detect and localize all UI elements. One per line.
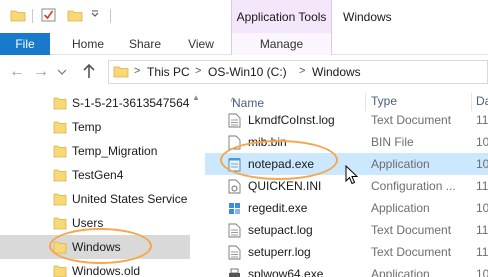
nav-item-testgen4[interactable]: TestGen4 (0, 163, 190, 187)
file-row[interactable]: setupact.log Text Document 11 (205, 219, 488, 241)
file-type: Text Document (371, 245, 452, 259)
file-type: Application (371, 157, 430, 171)
tab-share[interactable]: Share (120, 33, 170, 55)
file-type: Text Document (371, 223, 452, 237)
tab-view[interactable]: View (177, 33, 225, 55)
file-name: LkmdfCoInst.log (248, 113, 335, 127)
nav-item-label: United States Service C (72, 192, 190, 206)
nav-item-temp-migration[interactable]: Temp_Migration (0, 139, 190, 163)
folder-icon (53, 97, 67, 110)
folder-icon (53, 265, 67, 277)
properties-checkmark-icon[interactable] (41, 8, 57, 22)
file-date: 10 (476, 267, 488, 277)
folder-icon (113, 66, 129, 78)
file-type: BIN File (371, 135, 414, 149)
customize-toolbar-chevron-icon[interactable] (90, 8, 100, 22)
file-row[interactable]: regedit.exe Application 10 (205, 197, 488, 219)
highlight-ellipse-notepad (220, 140, 338, 180)
contextual-tab-group-label: Application Tools (236, 10, 327, 24)
pane-splitter[interactable] (190, 89, 198, 277)
column-header-date[interactable]: Da (476, 94, 488, 108)
file-type: Application (371, 201, 430, 215)
folder-icon (53, 145, 67, 158)
recent-locations-chevron-icon[interactable] (57, 68, 67, 76)
window-title: Windows (343, 10, 392, 24)
file-date: 11 (476, 113, 488, 127)
contextual-tab-group-application-tools: Application Tools (231, 0, 332, 33)
forward-arrow-icon[interactable]: → (33, 64, 49, 80)
nav-item-temp[interactable]: Temp (0, 115, 190, 139)
regedit-app-icon (229, 203, 240, 214)
breadcrumb-this-pc[interactable]: This PC (147, 65, 190, 79)
file-name: splwow64.exe (248, 267, 324, 277)
nav-item-label: TestGen4 (72, 168, 124, 182)
breadcrumb-windows[interactable]: Windows (312, 65, 361, 79)
text-file-icon (228, 223, 241, 238)
ribbon-tab-bar: File Home Share View Manage (0, 33, 488, 55)
file-row[interactable]: setuperr.log Text Document 11 (205, 241, 488, 263)
toolbar-separator (32, 9, 33, 23)
column-header-type[interactable]: Type (371, 94, 397, 108)
highlight-ellipse-windows-folder (49, 228, 152, 264)
folder-icon (10, 10, 26, 22)
nav-item-label: S-1-5-21-3613547564-5 (72, 96, 190, 110)
tab-home[interactable]: Home (62, 33, 114, 55)
mouse-cursor-icon (345, 165, 359, 185)
file-date: 10 (476, 157, 488, 171)
file-date: 11 (476, 223, 488, 237)
file-name: QUICKEN.INI (248, 179, 322, 193)
file-type: Application (371, 267, 430, 277)
new-folder-icon[interactable] (67, 8, 83, 22)
scroll-up-arrow-icon[interactable]: ▲ (192, 93, 200, 102)
file-date: 11 (476, 245, 488, 259)
nav-item-label: Windows.old (72, 264, 141, 277)
toolbar-separator (110, 9, 111, 23)
folder-icon (53, 169, 67, 182)
file-name: setuperr.log (248, 245, 311, 259)
tab-file[interactable]: File (0, 33, 50, 55)
breadcrumb-separator: > (134, 65, 141, 77)
file-row[interactable]: splwow64.exe Application 10 (205, 263, 488, 277)
file-type: Configuration ... (371, 179, 456, 193)
navigation-row: ← → > This PC > OS-Win10 (C:) > Windows (0, 55, 488, 89)
folder-icon (53, 193, 67, 206)
nav-item-label: Temp_Migration (72, 144, 158, 158)
back-arrow-icon[interactable]: ← (9, 64, 25, 80)
tab-manage[interactable]: Manage (231, 33, 332, 55)
printer-app-icon (229, 268, 240, 277)
title-bar: Application Tools Windows (0, 0, 488, 33)
file-row[interactable]: LkmdfCoInst.log Text Document 11 (205, 109, 488, 131)
breadcrumb-separator: > (299, 65, 306, 77)
up-arrow-icon[interactable] (82, 63, 96, 79)
text-file-icon (228, 113, 241, 128)
nav-item-s-1-5-21[interactable]: S-1-5-21-3613547564-5 (0, 91, 190, 115)
text-file-icon (228, 245, 241, 260)
column-header-name[interactable]: Name (232, 96, 264, 110)
file-type: Text Document (371, 113, 452, 127)
file-name: setupact.log (248, 223, 313, 237)
file-date: 10 (476, 201, 488, 215)
folder-icon (53, 121, 67, 134)
breadcrumb-drive[interactable]: OS-Win10 (C:) (208, 65, 287, 79)
breadcrumb-separator: > (195, 65, 202, 77)
folder-icon (53, 217, 67, 230)
file-name: regedit.exe (248, 201, 308, 215)
nav-item-united-states-service[interactable]: United States Service C (0, 187, 190, 211)
file-date: 11 (476, 179, 488, 193)
address-bar[interactable]: > This PC > OS-Win10 (C:) > Windows (108, 60, 488, 84)
nav-item-label: Temp (72, 120, 102, 134)
config-file-icon (228, 179, 241, 194)
file-date: 10 (476, 135, 488, 149)
